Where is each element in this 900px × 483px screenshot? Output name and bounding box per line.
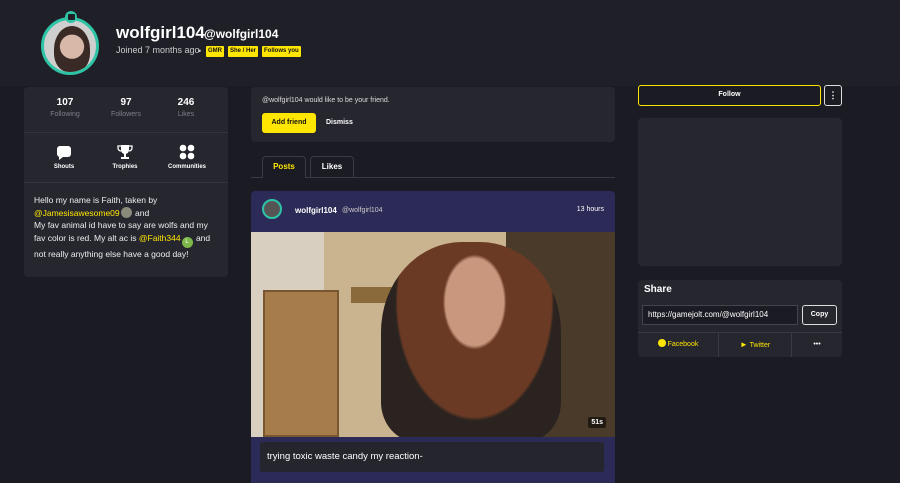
- share-facebook[interactable]: Facebook: [638, 333, 718, 357]
- mention-avatar: [120, 206, 132, 218]
- more-options-button[interactable]: ⋮: [824, 85, 842, 106]
- stat-following[interactable]: 107 Following: [35, 97, 95, 118]
- bio-mention-faith344[interactable]: @Faith344: [139, 233, 181, 243]
- friend-request-card: @wolfgirl104 would like to be your frien…: [251, 87, 615, 142]
- dismiss-button[interactable]: Dismiss: [326, 113, 353, 133]
- profile-header: wolfgirl104 @wolfgirl104 Joined 7 months…: [0, 0, 900, 86]
- tab-likes[interactable]: Likes: [310, 156, 354, 178]
- nav-communities[interactable]: Communities: [157, 144, 217, 170]
- post-video[interactable]: [251, 232, 615, 437]
- stat-followers[interactable]: 97 Followers: [96, 97, 156, 118]
- nav-trophies[interactable]: Trophies: [95, 144, 155, 170]
- share-url-field[interactable]: https://gamejolt.com/@wolfgirl104: [642, 305, 798, 325]
- share-title: Share: [644, 284, 672, 295]
- profile-avatar[interactable]: [41, 17, 99, 75]
- share-more[interactable]: •••: [792, 333, 842, 357]
- friend-request-message: @wolfgirl104 would like to be your frien…: [262, 97, 390, 104]
- copy-button[interactable]: Copy: [802, 305, 837, 325]
- nav-shouts-label: Shouts: [53, 164, 75, 170]
- profile-stats-card: 107 Following 97 Followers 246 Likes Sho…: [24, 87, 228, 277]
- ad-placeholder: [638, 118, 842, 266]
- nav-communities-label: Communities: [167, 164, 206, 170]
- stat-likes-label: Likes: [177, 111, 195, 118]
- tag-follows-you: Follows you: [262, 46, 301, 57]
- stat-following-value: 107: [56, 97, 74, 108]
- tag-gmr: GMR: [206, 46, 224, 57]
- video-door: [263, 290, 339, 437]
- profile-display-name: wolfgirl104: [116, 23, 205, 42]
- post-author-handle[interactable]: @wolfgirl104: [342, 207, 383, 214]
- post-author-name[interactable]: wolfgirl104: [295, 206, 337, 215]
- stat-followers-label: Followers: [111, 111, 141, 118]
- profile-handle: @wolfgirl104: [204, 27, 279, 41]
- crown-icon: [65, 11, 77, 23]
- stat-following-label: Following: [50, 111, 80, 118]
- trophy-icon: [95, 144, 155, 160]
- nav-trophies-label: Trophies: [112, 164, 138, 170]
- share-facebook-label: Facebook: [667, 341, 699, 348]
- feed-post[interactable]: wolfgirl104 @wolfgirl104 13 hours 51s tr…: [251, 191, 615, 483]
- share-twitter-label: Twitter: [749, 342, 771, 349]
- share-links: Facebook ► Twitter •••: [638, 332, 842, 357]
- feed-tabs: Posts Likes: [251, 155, 615, 178]
- stat-likes[interactable]: 246 Likes: [156, 97, 216, 118]
- grid-icon: [157, 144, 217, 160]
- mention-level-badge: L: [181, 236, 193, 248]
- share-card: Share https://gamejolt.com/@wolfgirl104 …: [638, 280, 842, 357]
- post-author-avatar[interactable]: [262, 199, 282, 219]
- nav-divider: [24, 182, 228, 183]
- tag-pronouns: She / Her: [228, 46, 259, 57]
- speech-bubble-icon: [34, 144, 94, 160]
- stat-likes-value: 246: [177, 97, 195, 108]
- bio-text-1: Hello my name is Faith, taken by: [34, 195, 158, 205]
- post-caption: trying toxic waste candy my reaction-: [260, 442, 604, 472]
- nav-shouts[interactable]: Shouts: [34, 144, 94, 170]
- share-twitter[interactable]: ► Twitter: [719, 333, 791, 357]
- joined-date: Joined 7 months ago: [116, 45, 200, 55]
- separator-dot: •: [198, 46, 202, 56]
- stat-followers-value: 97: [120, 97, 132, 108]
- profile-bio: Hello my name is Faith, taken by @Jamesi…: [34, 194, 220, 260]
- add-friend-button[interactable]: Add friend: [262, 113, 316, 133]
- post-timestamp[interactable]: 13 hours: [577, 206, 604, 213]
- video-person: [381, 242, 561, 437]
- tab-posts[interactable]: Posts: [262, 156, 306, 178]
- twitter-icon: ►: [739, 340, 748, 349]
- bio-and: and: [135, 207, 150, 218]
- facebook-icon: [657, 339, 666, 347]
- bio-mention-jamesisawesome09[interactable]: @Jamesisawesome09: [34, 208, 120, 218]
- follow-button[interactable]: Follow: [638, 85, 821, 106]
- video-duration-badge: 51s: [588, 417, 606, 428]
- stats-divider: [24, 132, 228, 133]
